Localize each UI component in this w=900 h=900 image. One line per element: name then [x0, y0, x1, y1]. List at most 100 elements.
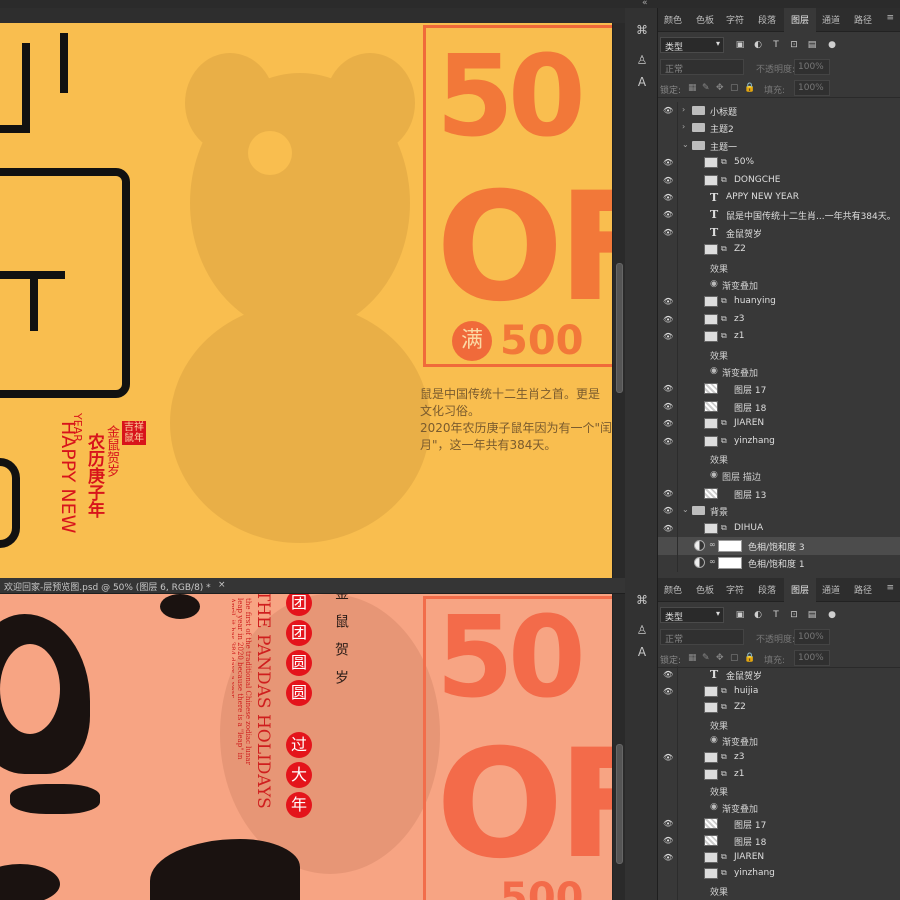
layer-row[interactable]: ◉ 图层 描边 [658, 467, 900, 486]
pixel-filter-icon[interactable]: ▣ [734, 609, 746, 621]
filter-toggle-icon[interactable]: ● [826, 39, 838, 51]
opacity-input[interactable]: 100% [794, 629, 830, 645]
layer-row[interactable]: ⧉ Z2 [658, 699, 900, 718]
eye-icon[interactable]: 👁 [663, 384, 673, 394]
blend-mode-select[interactable]: 正常 [660, 59, 744, 75]
scrollbar-thumb[interactable] [616, 744, 623, 864]
layer-row[interactable]: ⧉ z1 [658, 765, 900, 784]
tab-color[interactable]: 颜色 [664, 583, 682, 596]
layer-row[interactable]: ∞ 色相/饱和度 3 [658, 537, 900, 555]
lock-artboard-icon[interactable]: ▢ [730, 83, 739, 93]
lock-image-icon[interactable]: ✎ [702, 83, 710, 93]
document-tab[interactable]: 欢迎回家-层预览图.psd @ 50% (图层 6, RGB/8) * × [0, 578, 625, 594]
eye-icon[interactable]: 👁 [663, 853, 673, 863]
layer-row[interactable]: 👁 ⧉ huijia [658, 682, 900, 701]
visibility-toggle[interactable]: 👁 [658, 310, 678, 329]
visibility-toggle[interactable]: 👁 [658, 380, 678, 399]
layer-row[interactable]: ◉ 渐变叠加 [658, 363, 900, 381]
eye-icon[interactable]: 👁 [663, 297, 673, 307]
eye-icon[interactable]: 👁 [663, 506, 673, 516]
smart-object-filter-icon[interactable]: ▤ [806, 39, 818, 51]
eye-icon[interactable]: 👁 [663, 332, 673, 342]
eye-icon[interactable]: 👁 [663, 228, 673, 238]
opacity-input[interactable]: 100% [794, 59, 830, 75]
layer-row[interactable]: ⌄ 主题一 [658, 136, 900, 155]
visibility-toggle[interactable]: 👁 [658, 154, 678, 173]
layer-row[interactable]: 👁 ⧉ DONGCHE [658, 171, 900, 190]
vertical-scrollbar-top[interactable] [612, 23, 625, 578]
eye-icon[interactable]: 👁 [663, 402, 673, 412]
tab-channels[interactable]: 通道 [822, 583, 840, 596]
layer-row[interactable]: 👁 图层 18 [658, 397, 900, 416]
visibility-toggle[interactable]: 👁 [658, 293, 678, 312]
visibility-toggle[interactable]: 👁 [658, 666, 678, 684]
effect-eye-icon[interactable]: ◉ [710, 279, 718, 289]
blend-mode-select[interactable]: 正常 [660, 629, 744, 645]
visibility-toggle[interactable] [658, 136, 678, 155]
tab-paragraph[interactable]: 段落 [758, 583, 776, 596]
layer-row[interactable]: › 主题2 [658, 119, 900, 138]
tab-layers[interactable]: 图层 [784, 8, 816, 33]
layer-row[interactable]: 👁 ⧉ 50% [658, 154, 900, 173]
effect-eye-icon[interactable]: ◉ [710, 735, 718, 745]
panel-menu-icon[interactable]: ≡ [886, 583, 894, 593]
eye-icon[interactable]: 👁 [663, 753, 673, 763]
close-icon[interactable]: × [218, 580, 226, 590]
poster-canvas-bottom[interactable]: THE PANDAS HOLIDAYS the first of the tra… [0, 594, 612, 900]
visibility-toggle[interactable]: 👁 [658, 102, 678, 120]
fill-input[interactable]: 100% [794, 650, 830, 666]
visibility-toggle[interactable] [658, 258, 678, 277]
layer-row[interactable]: 👁 图层 13 [658, 484, 900, 503]
visibility-toggle[interactable] [658, 450, 678, 468]
history-panel-icon[interactable]: ⌘ [632, 20, 652, 40]
lock-all-icon[interactable]: 🔒 [744, 83, 755, 93]
chevron-right-icon[interactable]: › [682, 122, 685, 131]
type-filter-icon[interactable]: T [770, 39, 782, 51]
layer-row[interactable]: 👁 ⧉ yinzhang [658, 432, 900, 451]
fill-input[interactable]: 100% [794, 80, 830, 96]
layer-row[interactable]: ⧉ yinzhang [658, 865, 900, 884]
visibility-toggle[interactable]: 👁 [658, 206, 678, 225]
chevron-down-icon[interactable]: ⌄ [682, 505, 689, 514]
layer-row[interactable]: 效果 [658, 782, 900, 801]
character-panel-icon[interactable]: A [632, 642, 652, 662]
layer-row[interactable]: 👁 图层 17 [658, 815, 900, 834]
effect-eye-icon[interactable]: ◉ [710, 470, 718, 480]
poster-canvas-top[interactable]: YEAR HAPPY NEW 农历庚子年 金鼠贺岁 吉祥鼠年 50 OFF 满 … [0, 23, 612, 578]
layer-row[interactable]: 效果 [658, 450, 900, 468]
visibility-toggle[interactable]: 👁 [658, 519, 678, 538]
layer-row[interactable]: 👁 ⌄ 背景 [658, 502, 900, 521]
layer-row[interactable]: 效果 [658, 345, 900, 364]
eye-icon[interactable]: 👁 [663, 176, 673, 186]
layer-row[interactable]: 👁 图层 17 [658, 380, 900, 399]
visibility-toggle[interactable]: 👁 [658, 171, 678, 190]
eye-icon[interactable]: 👁 [663, 158, 673, 168]
tab-paths[interactable]: 路径 [854, 13, 872, 26]
layer-row[interactable]: 👁 图层 18 [658, 832, 900, 850]
visibility-toggle[interactable] [658, 865, 678, 884]
visibility-toggle[interactable]: 👁 [658, 848, 678, 867]
visibility-toggle[interactable] [658, 699, 678, 718]
tab-paragraph[interactable]: 段落 [758, 13, 776, 26]
collapse-panels-icon[interactable]: « [642, 0, 648, 8]
visibility-toggle[interactable]: 👁 [658, 682, 678, 701]
effect-eye-icon[interactable]: ◉ [710, 366, 718, 376]
visibility-toggle[interactable]: 👁 [658, 749, 678, 767]
visibility-toggle[interactable] [658, 798, 678, 817]
layer-row[interactable]: 效果 [658, 258, 900, 277]
eye-icon[interactable]: 👁 [663, 819, 673, 829]
layer-row[interactable]: ∞ 色相/饱和度 1 [658, 554, 900, 573]
layer-kind-filter[interactable]: 类型 ▾ [660, 37, 724, 53]
eye-icon[interactable]: 👁 [663, 687, 673, 697]
layer-row[interactable]: 👁 T 金鼠贺岁 [658, 666, 900, 684]
visibility-toggle[interactable]: 👁 [658, 189, 678, 207]
visibility-toggle[interactable]: 👁 [658, 397, 678, 416]
panel-menu-icon[interactable]: ≡ [886, 13, 894, 23]
document-tab-label[interactable]: 欢迎回家-层预览图.psd @ 50% (图层 6, RGB/8) * [4, 580, 211, 593]
visibility-toggle[interactable] [658, 881, 678, 900]
vertical-scrollbar-bottom[interactable] [612, 594, 625, 900]
lock-transparent-icon[interactable]: ▦ [688, 653, 697, 663]
eye-icon[interactable]: 👁 [663, 836, 673, 846]
visibility-toggle[interactable] [658, 782, 678, 801]
layer-row[interactable]: ◉ 渐变叠加 [658, 276, 900, 294]
